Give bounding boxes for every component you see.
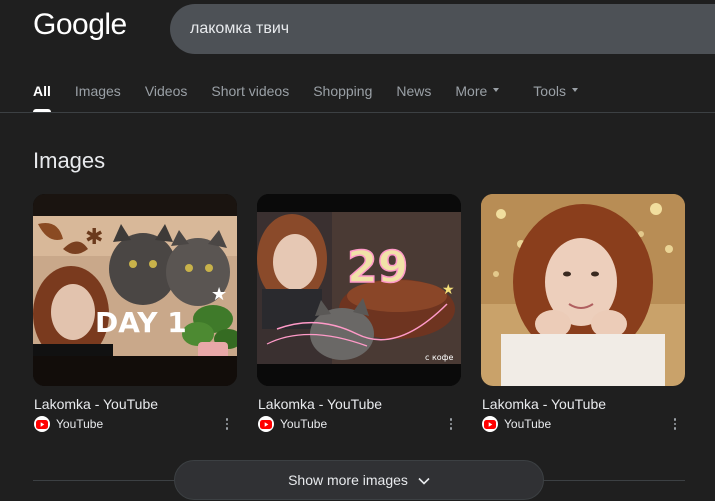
more-options-icon[interactable] [443, 416, 459, 432]
image-result-card[interactable]: 29 ★ с кофе Lakomka - YouTube YouTube [257, 194, 461, 432]
image-thumbnail[interactable]: ✱ DAY 1 ★ [33, 194, 237, 386]
image-result-card[interactable]: Lakomka - YouTube YouTube [481, 194, 685, 432]
thumbnail-overlay-text: 29 [347, 242, 408, 293]
google-logo[interactable]: Google [33, 8, 127, 42]
tab-news[interactable]: News [396, 82, 431, 112]
result-title[interactable]: Lakomka - YouTube [481, 396, 685, 412]
result-source[interactable]: YouTube [33, 416, 237, 432]
thumbnail-caption: с кофе [425, 353, 454, 362]
search-results-page: Google All Images Videos Short videos Sh… [0, 0, 715, 501]
caret-down-icon [571, 88, 578, 93]
youtube-icon [482, 416, 498, 432]
svg-text:★: ★ [442, 282, 455, 298]
tab-shopping[interactable]: Shopping [313, 82, 372, 112]
tab-tools-label: Tools [533, 83, 566, 99]
search-box[interactable] [170, 4, 715, 54]
result-source-name: YouTube [56, 417, 104, 431]
tab-videos[interactable]: Videos [145, 82, 188, 112]
more-options-icon[interactable] [667, 416, 683, 432]
youtube-icon [258, 416, 274, 432]
image-result-card[interactable]: ✱ DAY 1 ★ Lakomka - YouTube YouTube [33, 194, 237, 432]
svg-text:✱: ✱ [85, 225, 103, 250]
search-input[interactable] [190, 20, 690, 38]
result-source[interactable]: YouTube [481, 416, 685, 432]
tab-images[interactable]: Images [75, 82, 121, 112]
result-source-name: YouTube [280, 417, 328, 431]
svg-text:★: ★ [211, 284, 227, 305]
tab-more-label: More [455, 83, 488, 99]
thumbnail-overlay-text: DAY 1 [95, 306, 187, 339]
more-options-icon[interactable] [219, 416, 235, 432]
youtube-icon [34, 416, 50, 432]
images-section-title: Images [33, 148, 106, 173]
image-thumbnail[interactable] [481, 194, 685, 386]
show-more-label: Show more images [288, 472, 408, 488]
caret-down-icon [493, 88, 500, 93]
result-source[interactable]: YouTube [257, 416, 461, 432]
image-thumbnail[interactable]: 29 ★ с кофе [257, 194, 461, 386]
chevron-down-icon [418, 472, 430, 488]
tab-more[interactable]: More [455, 82, 500, 112]
result-source-name: YouTube [504, 417, 552, 431]
show-more-images-button[interactable]: Show more images [174, 460, 544, 500]
tab-tools[interactable]: Tools [533, 82, 578, 112]
result-title[interactable]: Lakomka - YouTube [257, 396, 461, 412]
tab-all[interactable]: All [33, 82, 51, 112]
tab-short-videos[interactable]: Short videos [211, 82, 289, 112]
search-tabs: All Images Videos Short videos Shopping … [33, 82, 602, 112]
result-title[interactable]: Lakomka - YouTube [33, 396, 237, 412]
tabs-divider [0, 112, 715, 113]
